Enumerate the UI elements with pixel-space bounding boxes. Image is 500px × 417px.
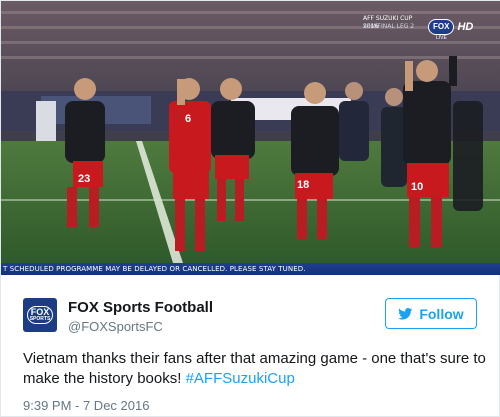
live-label: LIVE xyxy=(436,35,447,41)
scorebug-stage: SEMIFINAL LEG 2 xyxy=(363,23,415,30)
jersey-number: 10 xyxy=(411,181,424,193)
jersey-number: 23 xyxy=(78,173,91,185)
avatar-logo-text: FOX xyxy=(30,307,50,317)
tweet-timestamp[interactable]: 9:39 PM - 7 Dec 2016 xyxy=(23,398,149,413)
hd-label: HD xyxy=(457,20,474,33)
author-handle[interactable]: @FOXSportsFC xyxy=(68,319,163,334)
avatar[interactable]: FOX SPORTS xyxy=(23,298,57,332)
broadcast-ticker: T SCHEDULED PROGRAMME MAY BE DELAYED OR … xyxy=(1,263,500,275)
network-bug: FOX HD LIVE xyxy=(428,17,486,41)
jersey-number: 6 xyxy=(185,113,192,125)
follow-label: Follow xyxy=(419,305,464,322)
hashtag-link[interactable]: #AFFSuzukiCup xyxy=(186,370,295,387)
embedded-tweet: 23 6 18 10 AFF SUZUKI CUP 2016 SEMIFINAL… xyxy=(0,0,500,417)
fox-logo: FOX xyxy=(428,18,455,35)
stadium-scene xyxy=(1,1,500,263)
fox-sports-logo: FOX SPORTS xyxy=(27,306,53,324)
follow-button[interactable]: Follow xyxy=(385,298,477,329)
jersey-number: 18 xyxy=(297,179,310,191)
tweet-media-image[interactable]: 23 6 18 10 AFF SUZUKI CUP 2016 SEMIFINAL… xyxy=(1,1,500,275)
author-name[interactable]: FOX Sports Football xyxy=(68,299,213,316)
tweet-text: Vietnam thanks their fans after that ama… xyxy=(23,349,493,389)
avatar-logo-subtext: SPORTS xyxy=(29,316,51,322)
twitter-bird-icon xyxy=(398,307,413,320)
